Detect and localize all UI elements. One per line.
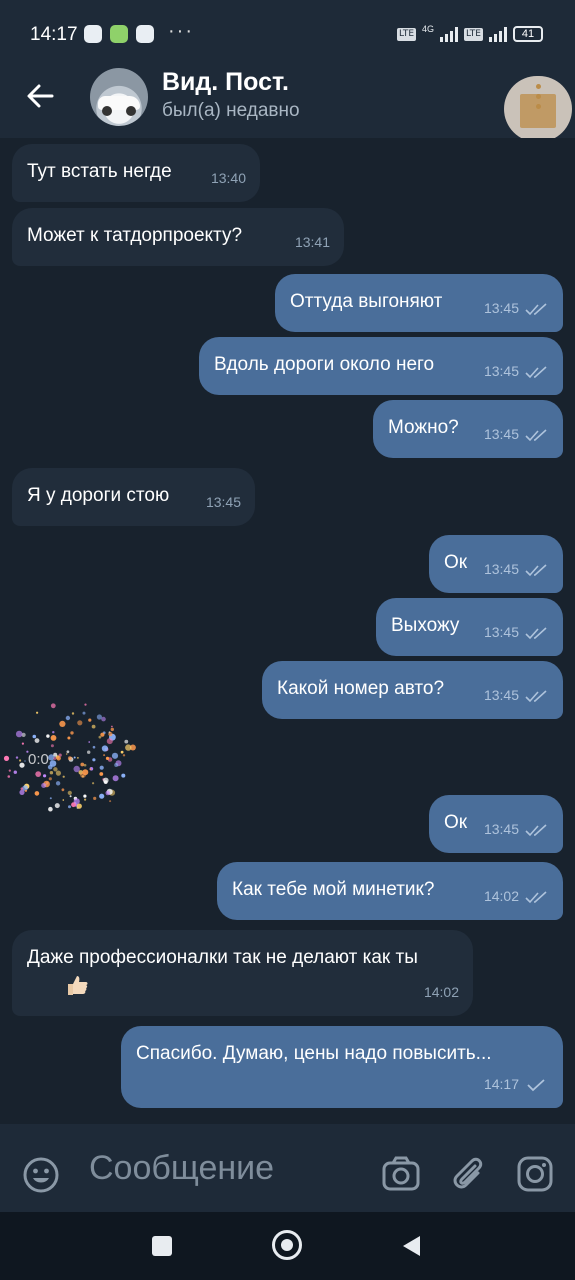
message-text: Спасибо. Думаю, цены надо повысить...: [136, 1043, 492, 1064]
message-time: 14:02: [483, 888, 519, 904]
network-label: 4G: [422, 24, 435, 34]
message-time: 13:45: [483, 624, 519, 640]
message-incoming[interactable]: Даже профессионалки так не делают как ты…: [12, 930, 473, 1016]
phone-app-icon-2: [136, 25, 154, 43]
system-back-button[interactable]: [400, 1234, 422, 1258]
read-checks-icon: [525, 823, 547, 836]
message-time: 13:41: [294, 234, 330, 250]
message-outgoing[interactable]: Спасибо. Думаю, цены надо повысить... 14…: [121, 1026, 563, 1108]
message-text: Как тебе мой минетик?: [232, 879, 435, 900]
message-incoming[interactable]: Тут встать негде 13:40: [12, 144, 260, 202]
message-text: Можно?: [388, 417, 459, 438]
message-time: 14:02: [423, 984, 459, 1000]
lte-badge-2: LTE: [464, 27, 483, 41]
chat-title[interactable]: Вид. Пост.: [162, 68, 289, 97]
message-time: 13:45: [483, 561, 519, 577]
back-arrow-icon[interactable]: [22, 78, 58, 114]
message-outgoing[interactable]: Оттуда выгоняют 13:45: [275, 274, 563, 332]
message-time: 13:45: [205, 494, 241, 510]
signal-icon-2: [489, 26, 507, 42]
read-checks-icon: [525, 302, 547, 315]
home-button[interactable]: [272, 1230, 302, 1260]
message-outgoing[interactable]: Ок 13:45: [429, 795, 563, 853]
sparkle-sticker[interactable]: 0:0: [0, 694, 150, 822]
more-notifications-icon: ···: [168, 20, 194, 42]
message-time: 13:45: [483, 300, 519, 316]
message-outgoing[interactable]: Какой номер авто? 13:45: [262, 661, 563, 719]
message-text: Какой номер авто?: [277, 678, 445, 699]
message-time: 13:45: [483, 426, 519, 442]
thumbs-up-emoji: [68, 976, 88, 995]
message-text: Ок: [444, 552, 468, 573]
lte-badge: LTE: [397, 27, 417, 41]
message-outgoing[interactable]: Как тебе мой минетик? 14:02: [217, 862, 563, 920]
last-seen-status: был(а) недавно: [162, 100, 300, 121]
message-text: Вдоль дороги около него: [214, 354, 435, 375]
messenger-app-icon: [110, 25, 128, 43]
read-checks-icon: [525, 428, 547, 441]
sticker-caption: 0:0: [28, 751, 49, 768]
signal-icon: [440, 26, 459, 42]
message-input[interactable]: Сообщение: [89, 1149, 274, 1188]
message-outgoing[interactable]: Вдоль дороги около него 13:45: [199, 337, 563, 395]
message-outgoing[interactable]: Выхожу 13:45: [376, 598, 563, 656]
read-checks-icon: [525, 626, 547, 639]
message-incoming[interactable]: Может к татдорпроекту? 13:41: [12, 208, 344, 266]
message-text: Я у дороги стою: [27, 485, 170, 506]
message-time: 13:45: [483, 821, 519, 837]
message-text: Ок: [444, 812, 468, 833]
more-vert-icon[interactable]: [504, 76, 572, 142]
message-text: Даже профессионалки так не делают как ты: [27, 947, 418, 968]
message-composer: Сообщение: [0, 1124, 575, 1212]
camera-icon[interactable]: [381, 1154, 421, 1194]
message-text: Оттуда выгоняют: [290, 291, 443, 312]
status-time: 14:17: [30, 24, 78, 45]
message-text: Может к татдорпроекту?: [27, 225, 243, 246]
status-bar: 14:17 ··· LTE 4G LTE 41: [0, 0, 575, 56]
emoji-icon[interactable]: [22, 1156, 60, 1194]
read-checks-icon: [525, 365, 547, 378]
message-list[interactable]: Тут встать негде 13:40 Может к татдорпро…: [0, 138, 575, 1124]
attach-icon[interactable]: [448, 1154, 488, 1194]
chat-header: Вид. Пост. был(а) недавно: [0, 56, 575, 138]
message-text: Тут встать негде: [27, 161, 172, 182]
message-text: Выхожу: [391, 615, 460, 636]
battery-icon: 41: [513, 26, 543, 42]
message-time: 14:17: [483, 1076, 519, 1092]
recents-button[interactable]: [152, 1236, 172, 1256]
message-time: 13:45: [483, 363, 519, 379]
status-indicators: LTE 4G LTE 41: [397, 24, 543, 44]
message-outgoing[interactable]: Ок 13:45: [429, 535, 563, 593]
read-checks-icon: [525, 563, 547, 576]
avatar[interactable]: [90, 68, 148, 126]
message-incoming[interactable]: Я у дороги стою 13:45: [12, 468, 255, 526]
message-outgoing[interactable]: Можно? 13:45: [373, 400, 563, 458]
message-time: 13:40: [210, 170, 246, 186]
instagram-icon[interactable]: [515, 1154, 555, 1194]
read-checks-icon: [525, 890, 547, 903]
sent-check-icon: [527, 1078, 545, 1091]
read-checks-icon: [525, 689, 547, 702]
message-time: 13:45: [483, 687, 519, 703]
phone-app-icon: [84, 25, 102, 43]
system-nav-bar: [0, 1212, 575, 1280]
